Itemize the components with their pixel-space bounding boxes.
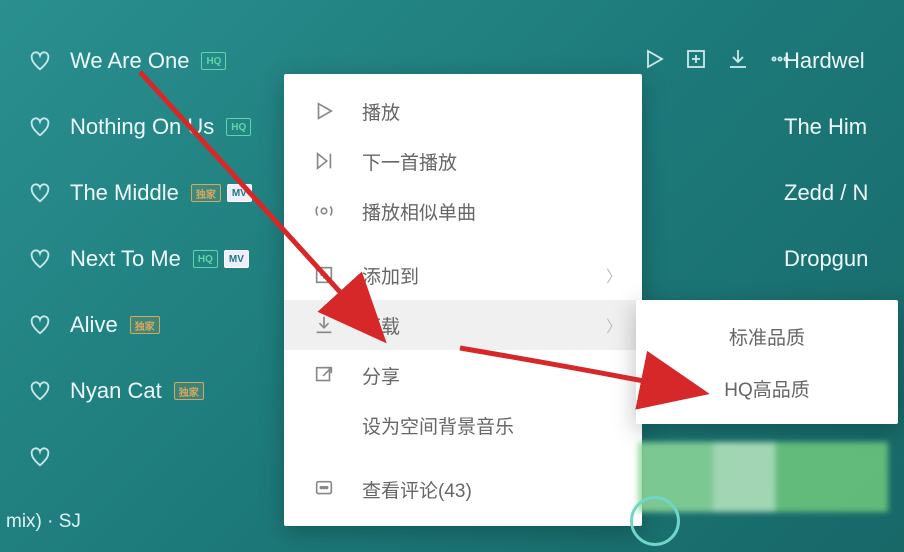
menu-similar[interactable]: 播放相似单曲	[284, 186, 642, 236]
song-artist[interactable]: The Him	[784, 94, 904, 160]
quality-standard[interactable]: 标准品质	[636, 310, 898, 362]
heart-icon[interactable]	[28, 379, 52, 403]
play-next-icon	[312, 149, 336, 173]
menu-label: 下一首播放	[362, 148, 457, 175]
menu-label: 查看评论(43)	[362, 476, 472, 503]
menu-comments[interactable]: 查看评论(43)	[284, 464, 642, 514]
vip-badge: 独家	[174, 382, 204, 400]
add-icon	[312, 263, 336, 287]
song-title: Next To Me	[70, 246, 181, 272]
download-icon	[312, 313, 336, 337]
blank-icon	[312, 413, 336, 437]
heart-icon[interactable]	[28, 247, 52, 271]
menu-label: 播放相似单曲	[362, 198, 476, 225]
share-icon	[312, 363, 336, 387]
play-circle-ghost	[630, 496, 680, 546]
dl-action-icon[interactable]	[726, 47, 750, 76]
submenu-label: 标准品质	[729, 323, 805, 350]
decorative-blur	[638, 442, 888, 512]
mv-badge: MV	[227, 184, 252, 202]
hq-badge: HQ	[226, 118, 251, 136]
play-icon	[312, 99, 336, 123]
menu-play[interactable]: 播放	[284, 86, 642, 136]
menu-play-next[interactable]: 下一首播放	[284, 136, 642, 186]
heart-icon[interactable]	[28, 49, 52, 73]
menu-add-to[interactable]: 添加到 〉	[284, 250, 642, 300]
song-title: Alive	[70, 312, 118, 338]
menu-label: 下载	[362, 312, 400, 339]
download-quality-submenu: 标准品质 HQ高品质	[636, 300, 898, 424]
chevron-right-icon: 〉	[606, 313, 622, 337]
song-artist[interactable]: Zedd / N	[784, 160, 904, 226]
now-playing-bar: mix) · SJ	[0, 492, 81, 552]
context-menu: 播放 下一首播放 播放相似单曲 添加到 〉 下载 〉 分享 设为空间背景音乐	[284, 74, 642, 526]
menu-label: 添加到	[362, 262, 419, 289]
hq-badge: HQ	[193, 250, 218, 268]
menu-download[interactable]: 下载 〉	[284, 300, 642, 350]
comment-icon	[312, 477, 336, 501]
play-action-icon[interactable]	[642, 47, 666, 76]
heart-icon[interactable]	[28, 115, 52, 139]
radio-icon	[312, 199, 336, 223]
song-artist[interactable]: Dropgun	[784, 226, 904, 292]
song-artist[interactable]: Hardwel	[784, 28, 904, 94]
submenu-label: HQ高品质	[724, 375, 810, 402]
quality-hq[interactable]: HQ高品质	[636, 362, 898, 414]
song-title: The Middle	[70, 180, 179, 206]
menu-share[interactable]: 分享	[284, 350, 642, 400]
heart-icon[interactable]	[28, 445, 52, 469]
add-action-icon[interactable]	[684, 47, 708, 76]
now-playing-text: mix) · SJ	[6, 511, 81, 533]
vip-badge: 独家	[130, 316, 160, 334]
menu-label: 分享	[362, 362, 400, 389]
menu-label: 设为空间背景音乐	[362, 412, 514, 439]
chevron-right-icon: 〉	[606, 263, 622, 287]
menu-set-bgm[interactable]: 设为空间背景音乐	[284, 400, 642, 450]
vip-badge: 独家	[191, 184, 221, 202]
song-title: Nyan Cat	[70, 378, 162, 404]
heart-icon[interactable]	[28, 313, 52, 337]
hq-badge: HQ	[201, 52, 226, 70]
song-title: We Are One	[70, 48, 189, 74]
menu-label: 播放	[362, 98, 400, 125]
heart-icon[interactable]	[28, 181, 52, 205]
mv-badge: MV	[224, 250, 249, 268]
song-title: Nothing On Us	[70, 114, 214, 140]
